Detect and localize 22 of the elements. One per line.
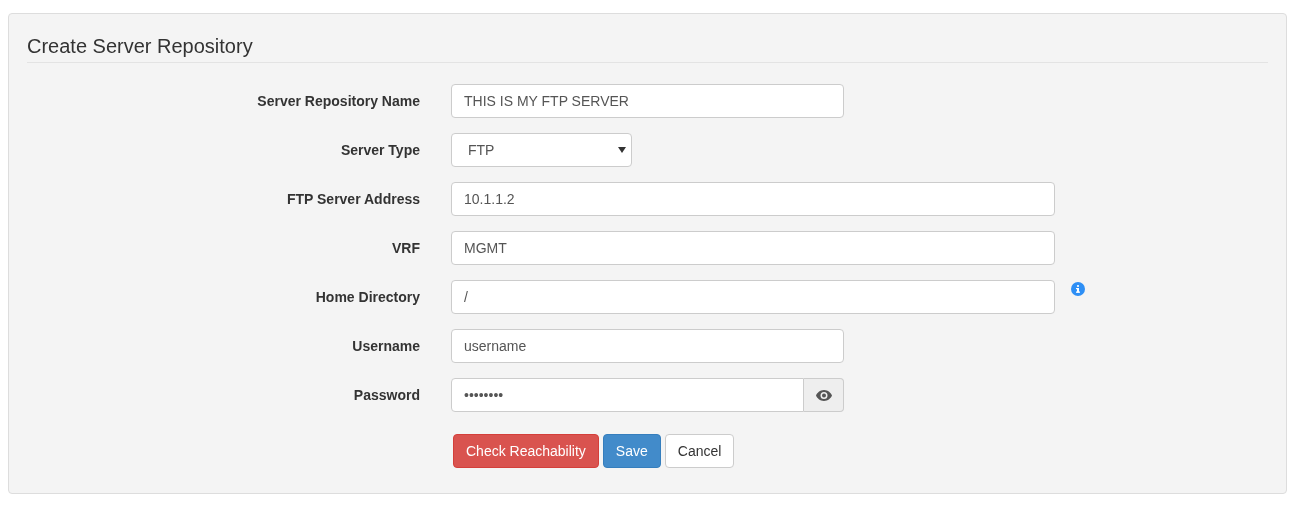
caret-icon (618, 147, 626, 153)
cancel-button[interactable]: Cancel (664, 434, 735, 468)
field-label: Password (352, 387, 420, 403)
text-field[interactable]: username (451, 329, 844, 363)
text-field[interactable]: 10.1.1.2 (451, 182, 1055, 216)
server-type-select[interactable]: FTP (451, 133, 632, 167)
password-field[interactable]: •••••••• (451, 378, 804, 412)
info-icon[interactable] (1071, 282, 1085, 296)
field-label: Server Repository Name (256, 93, 420, 109)
field-label: VRF (391, 240, 420, 256)
eye-icon (815, 389, 832, 401)
text-field[interactable]: MGMT (451, 231, 1055, 265)
panel-title: Create Server Repository (27, 34, 1268, 63)
field-label: Username (351, 338, 420, 354)
save-button[interactable]: Save (602, 434, 661, 468)
field-label: FTP Server Address (285, 191, 420, 207)
show-password-button[interactable] (804, 378, 844, 412)
check-reachability-button[interactable]: Check Reachability (453, 434, 599, 468)
text-field[interactable]: THIS IS MY FTP SERVER (451, 84, 844, 118)
field-label: Server Type (339, 142, 420, 158)
text-field[interactable]: / (451, 280, 1055, 314)
field-label: Home Directory (314, 289, 420, 305)
